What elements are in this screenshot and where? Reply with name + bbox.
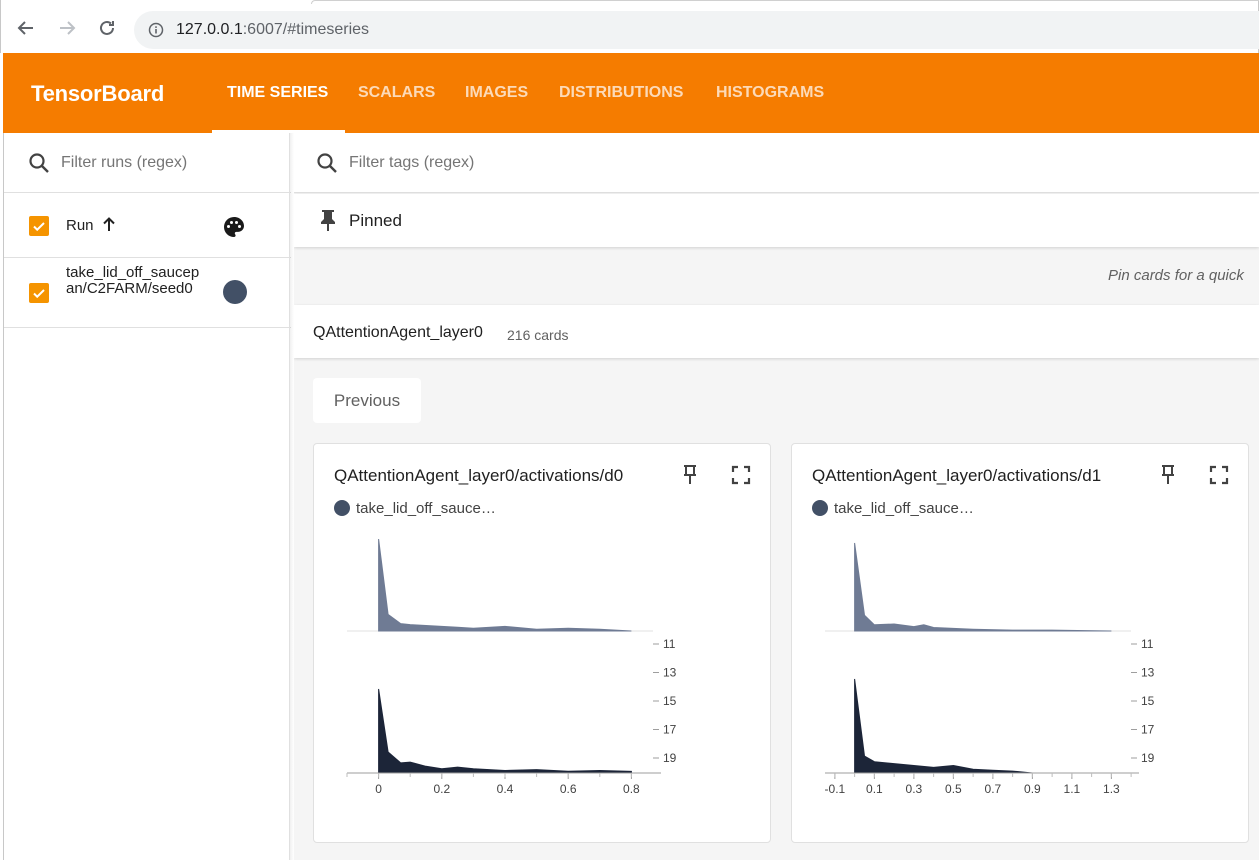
fullscreen-icon[interactable]: [731, 465, 751, 485]
tab-time-series[interactable]: TIME SERIES: [227, 84, 328, 102]
tab-scalars[interactable]: SCALARS: [358, 84, 435, 102]
card-group-header[interactable]: QAttentionAgent_layer0 216 cards: [294, 305, 1259, 358]
run-table-header: Run: [4, 193, 291, 258]
x-tick-label: 0.9: [1024, 782, 1041, 796]
x-tick-label: 1.3: [1103, 782, 1120, 796]
tensorboard-header: TensorBoard TIME SERIES SCALARS IMAGES D…: [3, 53, 1259, 133]
legend-run-name: take_lid_off_sauce…: [834, 500, 974, 517]
histogram-step-11: [854, 542, 1112, 632]
run-checkbox[interactable]: [29, 283, 49, 303]
runs-sidebar: Filter runs (regex) Run take_lid_off_sau…: [3, 133, 291, 860]
legend-color-dot: [812, 500, 828, 516]
histogram-step-11: [378, 538, 632, 632]
check-icon: [33, 289, 45, 299]
y-tick-label: 17: [1141, 723, 1155, 737]
y-tick-label: 19: [663, 751, 677, 765]
legend-run-name: take_lid_off_sauce…: [356, 500, 496, 517]
main-content: Filter tags (regex) Pinned Pin cards for…: [294, 133, 1259, 860]
x-tick-label: 0.5: [945, 782, 962, 796]
pin-icon: [321, 210, 335, 231]
card-title: QAttentionAgent_layer0/activations/d0: [334, 466, 624, 485]
address-bar[interactable]: 127.0.0.1:6007/#timeseries: [134, 11, 1259, 49]
y-tick-label: 11: [663, 637, 676, 651]
run-filter-input[interactable]: Filter runs (regex): [61, 154, 187, 172]
pinned-empty-hint: Pin cards for a quick: [1108, 267, 1244, 284]
url-text: 127.0.0.1:6007/#timeseries: [176, 21, 369, 39]
tag-filter-input[interactable]: Filter tags (regex): [349, 154, 474, 172]
info-icon[interactable]: [148, 22, 164, 38]
run-color-swatch[interactable]: [223, 280, 247, 304]
histogram-step-19: [854, 678, 1033, 774]
y-tick-label: 11: [1141, 637, 1154, 651]
url-path: :6007/#timeseries: [242, 21, 370, 38]
card-title: QAttentionAgent_layer0/activations/d1: [812, 466, 1102, 485]
app-logo: TensorBoard: [31, 81, 165, 106]
pinned-title: Pinned: [349, 211, 402, 230]
url-host: 127.0.0.1: [176, 21, 243, 38]
check-icon: [33, 222, 45, 232]
fullscreen-icon[interactable]: [1209, 465, 1229, 485]
y-tick-label: 19: [1141, 751, 1155, 765]
forward-icon[interactable]: [55, 16, 79, 40]
x-tick-label: 0.2: [433, 782, 450, 796]
x-tick-label: 0.3: [906, 782, 923, 796]
group-name: QAttentionAgent_layer0: [313, 324, 483, 341]
previous-button[interactable]: Previous: [313, 378, 421, 423]
run-filter[interactable]: Filter runs (regex): [4, 133, 291, 193]
histogram-card: 11 13 15 17 19 -0.1 0.1 0.3 0.5 0.7 0.9 1.1 1.3 QAtt…: [791, 443, 1249, 843]
x-tick-label: 0.1: [866, 782, 883, 796]
tag-filter[interactable]: Filter tags (regex): [294, 133, 1259, 193]
search-icon: [317, 153, 337, 173]
back-icon[interactable]: [14, 16, 38, 40]
sort-ascending-icon[interactable]: [102, 216, 116, 232]
histogram-step-19: [378, 688, 632, 774]
x-tick-label: 0.8: [623, 782, 640, 796]
x-tick-label: -0.1: [825, 782, 846, 796]
x-tick-label: 0.4: [497, 782, 514, 796]
y-tick-label: 15: [1141, 694, 1155, 708]
pinned-section-header: Pinned: [294, 194, 1259, 247]
x-tick-label: 1.1: [1064, 782, 1081, 796]
run-row[interactable]: take_lid_off_saucepan/C2FARM/seed0: [4, 258, 291, 328]
browser-toolbar: 127.0.0.1:6007/#timeseries: [0, 0, 1259, 53]
histogram-card: 11 13 15 17 19 0 0.2 0.4 0.6 0.8 QAttentionAgent_…: [313, 443, 771, 843]
select-all-checkbox[interactable]: [29, 216, 49, 236]
y-tick-label: 17: [663, 723, 677, 737]
run-name: take_lid_off_saucepan/C2FARM/seed0: [66, 264, 200, 297]
tab-images[interactable]: IMAGES: [465, 84, 528, 102]
y-tick-label: 15: [663, 694, 677, 708]
search-icon: [29, 153, 49, 173]
x-tick-label: 0.7: [985, 782, 1002, 796]
pin-icon[interactable]: [682, 464, 698, 486]
browser-tab-edge: [311, 0, 1259, 4]
x-tick-label: 0: [375, 782, 382, 796]
group-card-count: 216 cards: [507, 327, 569, 343]
y-tick-label: 13: [1141, 666, 1155, 680]
legend-color-dot: [334, 500, 350, 516]
y-tick-label: 13: [663, 666, 677, 680]
tab-distributions[interactable]: DISTRIBUTIONS: [559, 84, 683, 102]
palette-icon[interactable]: [222, 215, 246, 239]
tab-histograms[interactable]: HISTOGRAMS: [716, 84, 824, 102]
x-tick-label: 0.6: [560, 782, 577, 796]
pin-icon[interactable]: [1160, 464, 1176, 486]
reload-icon[interactable]: [95, 16, 119, 40]
run-column-header[interactable]: Run: [66, 217, 94, 234]
